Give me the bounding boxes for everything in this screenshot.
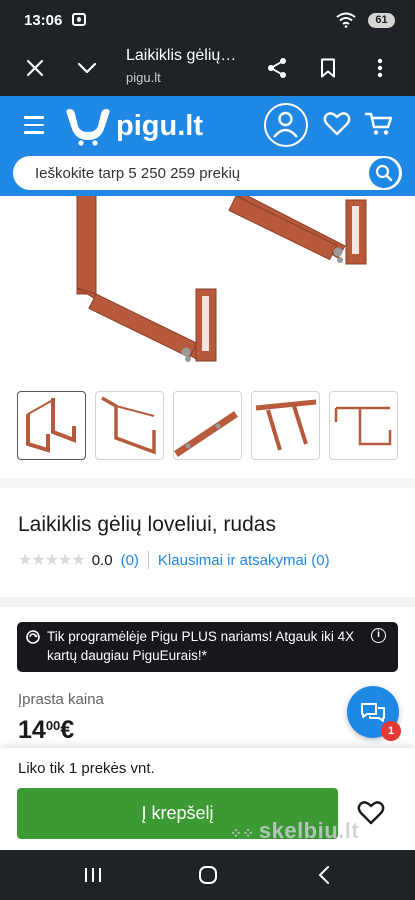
promo-banner[interactable]: Tik programėlėje Pigu PLUS nariams! Atga… bbox=[17, 622, 398, 672]
section-divider bbox=[0, 478, 415, 488]
add-to-wishlist-button[interactable] bbox=[357, 800, 385, 831]
search-bar bbox=[13, 156, 402, 190]
price-whole: 14 bbox=[18, 716, 46, 744]
chat-icon bbox=[361, 703, 385, 722]
stock-status: Liko tik 1 prekės vnt. bbox=[18, 760, 155, 777]
rating-value: 0.0 bbox=[91, 551, 113, 569]
heart-icon bbox=[357, 801, 385, 825]
bracket-thumbnail-image bbox=[101, 396, 156, 455]
thumbnail-strip bbox=[17, 391, 415, 461]
home-icon bbox=[199, 866, 217, 884]
thumbnail-4[interactable] bbox=[251, 391, 320, 460]
info-icon[interactable]: i bbox=[371, 628, 386, 643]
thumbnail-5[interactable] bbox=[329, 391, 398, 460]
search-button[interactable] bbox=[369, 158, 399, 188]
refresh-coin-icon bbox=[26, 630, 40, 644]
close-icon bbox=[26, 59, 44, 77]
search-input[interactable] bbox=[13, 156, 363, 190]
browser-url: pigu.lt bbox=[126, 70, 161, 85]
heart-icon bbox=[323, 112, 351, 136]
bracket-thumbnail-image bbox=[26, 398, 76, 453]
bracket-thumbnail-image bbox=[255, 399, 317, 451]
qa-link[interactable]: Klausimai ir atsakymai (0) bbox=[158, 552, 330, 569]
home-button[interactable] bbox=[197, 865, 219, 885]
price-currency: € bbox=[60, 716, 75, 744]
purchase-bar: Liko tik 1 prekės vnt. Į krepšelį ⁘⁘ ske… bbox=[0, 748, 415, 850]
wishlist-button[interactable] bbox=[323, 111, 351, 142]
more-options-button[interactable] bbox=[364, 52, 396, 84]
browser-toolbar: Laikiklis gėlių… pigu.lt bbox=[0, 40, 415, 96]
price-label: Įprasta kaina bbox=[18, 691, 104, 708]
thumbnail-3[interactable] bbox=[173, 391, 242, 460]
browser-page-title: Laikiklis gėlių… bbox=[126, 47, 237, 64]
logo-mark-icon bbox=[66, 109, 110, 146]
product-image[interactable] bbox=[0, 196, 415, 382]
flower-box-bracket-image bbox=[76, 196, 367, 362]
bookmark-button[interactable] bbox=[312, 52, 344, 84]
bookmark-icon bbox=[321, 58, 335, 78]
rating-row: ★★★★★ 0.0 (0) Klausimai ir atsakymai (0) bbox=[18, 550, 330, 570]
chevron-down-icon bbox=[77, 62, 97, 74]
account-button[interactable] bbox=[264, 103, 308, 147]
system-nav-bar bbox=[0, 850, 415, 900]
watermark: ⁘⁘ skelbiu.lt bbox=[230, 818, 360, 843]
share-icon bbox=[268, 58, 286, 78]
rating-stars-icon: ★★★★★ bbox=[18, 552, 86, 569]
chat-badge: 1 bbox=[381, 721, 401, 741]
share-button[interactable] bbox=[261, 52, 293, 84]
search-icon bbox=[375, 164, 393, 182]
reviews-link[interactable]: (0) bbox=[121, 552, 139, 569]
logo-text: pigu.lt bbox=[116, 109, 203, 142]
back-button[interactable] bbox=[314, 865, 334, 885]
recent-apps-button[interactable] bbox=[83, 865, 103, 885]
battery-indicator: 61 bbox=[368, 13, 395, 28]
bracket-thumbnail-image bbox=[174, 411, 238, 457]
cart-button[interactable] bbox=[364, 111, 393, 142]
more-vertical-icon bbox=[377, 58, 383, 78]
site-header: pigu.lt bbox=[0, 96, 415, 196]
screen-record-icon bbox=[72, 13, 86, 26]
recent-apps-icon bbox=[85, 868, 101, 882]
collapse-button[interactable] bbox=[71, 52, 103, 84]
promo-text: Tik programėlėje Pigu PLUS nariams! Atga… bbox=[47, 629, 355, 663]
product-title: Laikiklis gėlių loveliui, rudas bbox=[18, 513, 276, 536]
hamburger-menu-button[interactable] bbox=[24, 116, 44, 139]
price: 1400€ bbox=[18, 716, 74, 745]
chat-button[interactable]: 1 bbox=[347, 686, 401, 741]
close-tab-button[interactable] bbox=[19, 52, 51, 84]
section-divider bbox=[0, 597, 415, 607]
cart-icon bbox=[364, 112, 393, 135]
wifi-icon bbox=[336, 12, 356, 31]
thumbnail-2[interactable] bbox=[95, 391, 164, 460]
bracket-thumbnail-image bbox=[334, 406, 392, 446]
site-logo[interactable]: pigu.lt bbox=[64, 104, 203, 148]
status-time: 13:06 bbox=[24, 12, 63, 29]
thumbnail-1[interactable] bbox=[17, 391, 86, 460]
status-bar: 13:06 61 bbox=[0, 0, 415, 40]
user-icon bbox=[273, 111, 298, 138]
price-cents: 00 bbox=[45, 718, 61, 733]
back-icon bbox=[318, 866, 329, 884]
rating-divider bbox=[147, 551, 149, 569]
